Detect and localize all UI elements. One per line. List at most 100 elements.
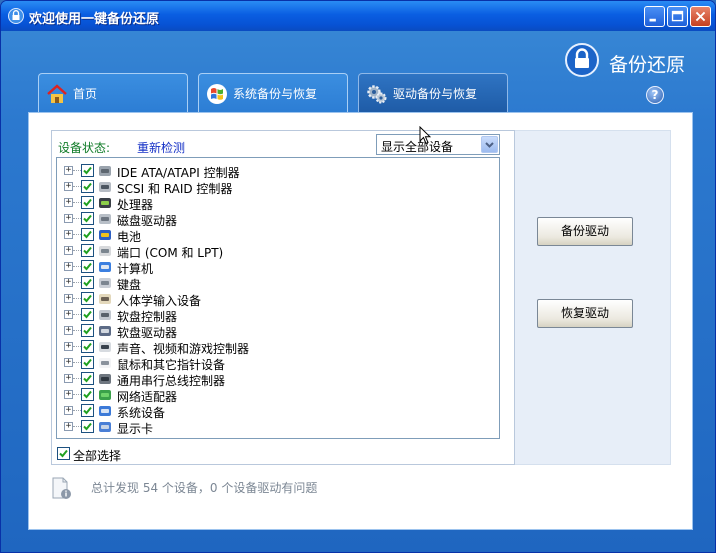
tree-connector: [73, 378, 81, 379]
device-checkbox[interactable]: [81, 228, 94, 241]
device-checkbox[interactable]: [81, 292, 94, 305]
tree-connector: [73, 298, 81, 299]
help-icon[interactable]: ?: [646, 86, 664, 104]
device-row[interactable]: + 处理器: [57, 195, 497, 212]
device-checkbox[interactable]: [81, 196, 94, 209]
device-checkbox[interactable]: [81, 388, 94, 401]
device-checkbox[interactable]: [81, 260, 94, 273]
expand-icon[interactable]: +: [64, 326, 73, 335]
tree-connector: [73, 186, 81, 187]
brand-label: 备份还原: [609, 54, 686, 76]
expand-icon[interactable]: +: [64, 230, 73, 239]
device-filter-select[interactable]: 显示全部设备: [376, 134, 500, 155]
maximize-button[interactable]: [667, 6, 688, 27]
device-checkbox[interactable]: [81, 420, 94, 433]
device-row[interactable]: + 软盘驱动器: [57, 323, 497, 340]
device-checkbox[interactable]: [81, 340, 94, 353]
action-sidebar: [515, 130, 671, 465]
device-checkbox[interactable]: [81, 180, 94, 193]
sound-icon: [99, 342, 111, 352]
select-all-label: 全部选择: [73, 449, 122, 463]
expand-icon[interactable]: +: [64, 310, 73, 319]
tree-connector: [73, 218, 81, 219]
device-checkbox[interactable]: [81, 276, 94, 289]
tree-connector: [73, 314, 81, 315]
expand-icon[interactable]: +: [64, 294, 73, 303]
device-row[interactable]: + SCSI 和 RAID 控制器: [57, 179, 497, 196]
title-bar[interactable]: 欢迎使用一键备份还原: [1, 1, 715, 31]
tree-connector: [73, 202, 81, 203]
device-row[interactable]: + 系统设备: [57, 403, 497, 420]
usb-icon: [99, 374, 111, 384]
expand-icon[interactable]: +: [64, 278, 73, 287]
device-row[interactable]: + 磁盘驱动器: [57, 211, 497, 228]
select-all-checkbox[interactable]: [57, 447, 70, 460]
device-row[interactable]: + 软盘控制器: [57, 307, 497, 324]
device-row[interactable]: + 网络适配器: [57, 387, 497, 404]
expand-icon[interactable]: +: [64, 182, 73, 191]
device-row[interactable]: + 计算机: [57, 259, 497, 276]
tree-connector: [73, 282, 81, 283]
redetect-link[interactable]: 重新检测: [137, 139, 185, 156]
close-button[interactable]: [690, 6, 711, 27]
mouse-cursor-icon: [419, 126, 431, 145]
summary-text: 总计发现 54 个设备，0 个设备驱动有问题: [91, 481, 318, 495]
tree-connector: [73, 170, 81, 171]
app-lock-icon: [8, 8, 24, 24]
ide-controller-icon: [99, 166, 111, 176]
device-row[interactable]: + IDE ATA/ATAPI 控制器: [57, 163, 497, 180]
device-row[interactable]: + 键盘: [57, 275, 497, 292]
tab-driver-backup[interactable]: 驱动备份与恢复: [358, 73, 508, 113]
device-checkbox[interactable]: [81, 212, 94, 225]
tab-system-backup[interactable]: 系统备份与恢复: [198, 73, 348, 113]
network-adapter-icon: [99, 390, 111, 400]
device-row[interactable]: + 电池: [57, 227, 497, 244]
mouse-icon: [99, 358, 111, 368]
restore-drivers-button[interactable]: 恢复驱动: [537, 299, 633, 328]
tree-connector: [73, 346, 81, 347]
device-row[interactable]: + 通用串行总线控制器: [57, 371, 497, 388]
device-checkbox[interactable]: [81, 372, 94, 385]
device-checkbox[interactable]: [81, 308, 94, 321]
expand-icon[interactable]: +: [64, 358, 73, 367]
computer-icon: [99, 262, 111, 272]
device-checkbox[interactable]: [81, 404, 94, 417]
minimize-button[interactable]: [644, 6, 665, 27]
expand-icon[interactable]: +: [64, 422, 73, 431]
tree-connector: [73, 394, 81, 395]
tab-home-label: 首页: [73, 87, 98, 101]
backup-drivers-button[interactable]: 备份驱动: [537, 217, 633, 246]
tab-home[interactable]: 首页: [38, 73, 188, 113]
expand-icon[interactable]: +: [64, 406, 73, 415]
device-checkbox[interactable]: [81, 164, 94, 177]
app-window: 欢迎使用一键备份还原 备份还原 ? 首页 系统备份与恢复 驱动备份与恢复 设备状…: [0, 0, 716, 553]
device-row[interactable]: + 人体学输入设备: [57, 291, 497, 308]
device-label: 显示卡: [117, 422, 154, 436]
expand-icon[interactable]: +: [64, 342, 73, 351]
device-checkbox[interactable]: [81, 356, 94, 369]
brand-lock-icon: [565, 43, 599, 77]
tree-connector: [73, 410, 81, 411]
expand-icon[interactable]: +: [64, 390, 73, 399]
device-row[interactable]: + 鼠标和其它指针设备: [57, 355, 497, 372]
device-row[interactable]: + 端口 (COM 和 LPT): [57, 243, 497, 260]
port-icon: [99, 246, 111, 256]
system-device-icon: [99, 406, 111, 416]
minimize-icon: [649, 18, 656, 22]
expand-icon[interactable]: +: [64, 246, 73, 255]
expand-icon[interactable]: +: [64, 166, 73, 175]
expand-icon[interactable]: +: [64, 198, 73, 207]
device-row[interactable]: + 显示卡: [57, 419, 497, 436]
home-icon: [47, 84, 67, 103]
document-info-icon: [52, 477, 71, 499]
dropdown-arrow-icon[interactable]: [481, 136, 498, 153]
device-checkbox[interactable]: [81, 244, 94, 257]
device-tree[interactable]: + IDE ATA/ATAPI 控制器 + SCSI 和 RAID 控制器 + 处理器 + 磁…: [56, 157, 500, 439]
floppy-drive-icon: [99, 326, 111, 336]
tree-connector: [73, 362, 81, 363]
expand-icon[interactable]: +: [64, 262, 73, 271]
expand-icon[interactable]: +: [64, 214, 73, 223]
expand-icon[interactable]: +: [64, 374, 73, 383]
device-row[interactable]: + 声音、视频和游戏控制器: [57, 339, 497, 356]
device-checkbox[interactable]: [81, 324, 94, 337]
